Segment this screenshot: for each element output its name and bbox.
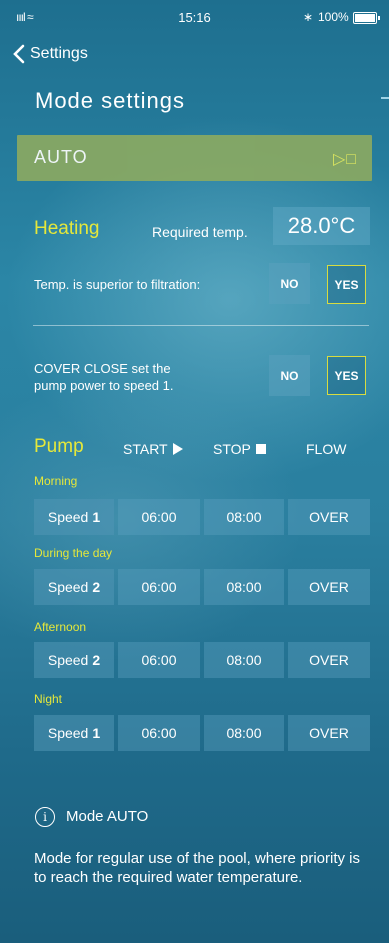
stop-column-header: STOP	[213, 441, 266, 457]
period-label-night: Night	[34, 692, 63, 706]
required-temp-label: Required temp.	[152, 224, 248, 240]
info-title: Mode AUTO	[66, 808, 149, 825]
speed-value: 1	[92, 725, 101, 741]
flow-column-header: FLOW	[306, 441, 347, 457]
info-icon: i	[35, 807, 55, 827]
start-label: START	[123, 441, 168, 457]
stop-time-cell[interactable]: 08:00	[204, 642, 284, 678]
speed-cell[interactable]: Speed 1	[34, 715, 114, 751]
divider	[33, 325, 369, 326]
info-description: Mode for regular use of the pool, where …	[34, 850, 360, 886]
filtration-no-button[interactable]: NO	[269, 263, 310, 304]
start-time-cell[interactable]: 06:00	[118, 715, 200, 751]
battery-percent: 100%	[318, 10, 349, 24]
filtration-yes-button[interactable]: YES	[327, 265, 366, 304]
back-label: Settings	[30, 45, 88, 62]
start-column-header: START	[123, 441, 183, 457]
stop-time-cell[interactable]: 08:00	[204, 715, 284, 751]
stop-icon	[255, 444, 266, 454]
mode-bar-auto[interactable]: AUTO ▷□	[17, 135, 372, 181]
stop-time-cell[interactable]: 08:00	[204, 499, 284, 535]
cover-label: COVER CLOSE set the pump power to speed …	[34, 360, 173, 394]
speed-cell[interactable]: Speed 2	[34, 642, 114, 678]
pump-heading: Pump	[34, 436, 84, 457]
chevron-left-icon	[13, 44, 25, 64]
start-time-cell[interactable]: 06:00	[118, 499, 200, 535]
heating-heading: Heating	[34, 218, 100, 239]
stop-time-cell[interactable]: 08:00	[204, 569, 284, 605]
cover-yes-button[interactable]: YES	[327, 356, 366, 395]
speed-value: 2	[92, 652, 101, 668]
speed-prefix: Speed	[47, 725, 89, 741]
start-time-cell[interactable]: 06:00	[118, 642, 200, 678]
battery-icon	[353, 12, 380, 24]
play-stop-icon[interactable]: ▷□	[333, 149, 357, 169]
flow-cell[interactable]: OVER	[288, 715, 370, 751]
filtration-label: Temp. is superior to filtration:	[34, 277, 201, 292]
cover-label-line1: COVER CLOSE set the	[34, 361, 171, 376]
cover-label-line2: pump power to speed 1.	[34, 378, 174, 393]
speed-cell[interactable]: Speed 2	[34, 569, 114, 605]
stop-label: STOP	[213, 441, 251, 457]
mode-label: AUTO	[34, 147, 88, 167]
scroll-indicator	[381, 97, 389, 99]
bluetooth-icon: ∗	[303, 10, 314, 24]
speed-prefix: Speed	[47, 652, 89, 668]
period-label-afternoon: Afternoon	[34, 620, 87, 634]
speed-value: 2	[92, 579, 101, 595]
play-icon	[172, 443, 183, 455]
flow-cell[interactable]: OVER	[288, 499, 370, 535]
speed-cell[interactable]: Speed 1	[34, 499, 114, 535]
period-label-morning: Morning	[34, 474, 78, 488]
page-title: Mode settings	[35, 88, 185, 113]
status-bar: ıııl ≈ 15:16 ∗ 100%	[0, 0, 389, 36]
period-label-during-day: During the day	[34, 546, 113, 560]
required-temp-value[interactable]: 28.0°C	[273, 207, 370, 245]
speed-prefix: Speed	[47, 579, 89, 595]
speed-prefix: Speed	[47, 509, 89, 525]
cover-no-button[interactable]: NO	[269, 355, 310, 396]
start-time-cell[interactable]: 06:00	[118, 569, 200, 605]
speed-value: 1	[92, 509, 101, 525]
back-button[interactable]: Settings	[12, 42, 88, 66]
flow-cell[interactable]: OVER	[288, 569, 370, 605]
flow-cell[interactable]: OVER	[288, 642, 370, 678]
